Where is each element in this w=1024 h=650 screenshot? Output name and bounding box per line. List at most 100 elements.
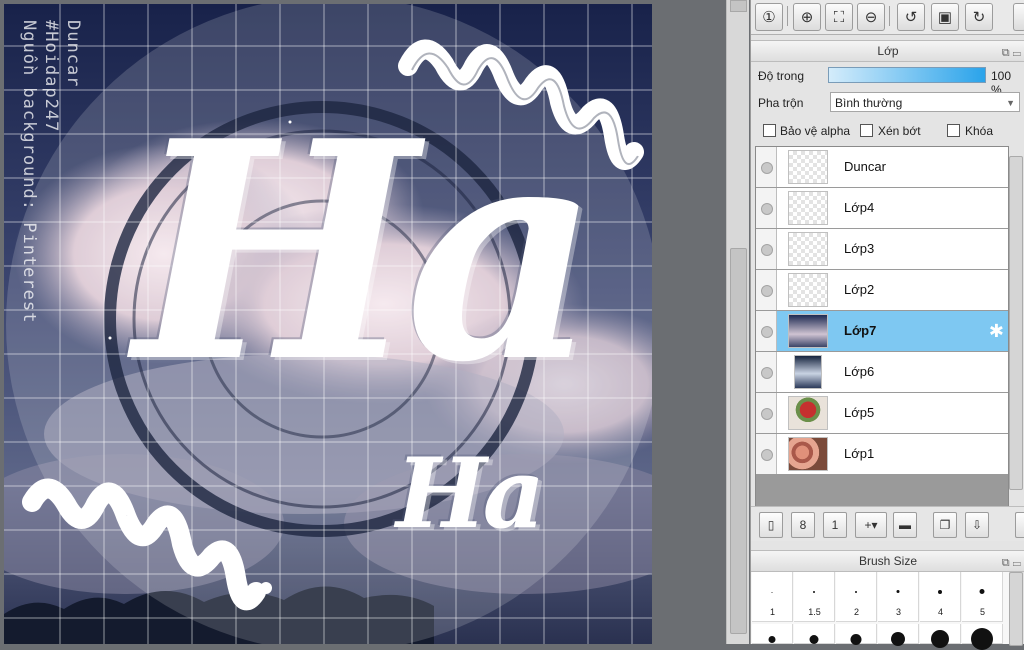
fit-canvas-icon: ▣ (937, 9, 953, 26)
brush-dot (855, 591, 857, 593)
layer-row-lop1[interactable]: Lớp1 (756, 434, 1008, 475)
new-folder-button[interactable]: ▬ (893, 512, 917, 538)
scrollbar-top-cap[interactable] (730, 0, 747, 12)
zoom-in-button[interactable]: ⊕ (793, 3, 821, 31)
brush-dot (931, 630, 949, 648)
visibility-toggle[interactable] (756, 270, 777, 310)
fit-canvas-button[interactable]: ▣ (931, 3, 959, 31)
gear-icon[interactable]: ✱ (989, 321, 1004, 342)
canvas-area[interactable]: Duncar #Hoidap247 Nguồn background: Pint… (0, 0, 726, 644)
layer-thumbnail (788, 191, 828, 225)
eye-icon (761, 162, 773, 174)
visibility-toggle[interactable] (756, 434, 777, 474)
visibility-toggle[interactable] (756, 147, 777, 187)
duplicate-icon: ❐ (939, 518, 951, 532)
eye-icon (761, 326, 773, 338)
panel-float-icon[interactable]: ⧉ ▭ (1002, 43, 1021, 63)
brush-size-label: 1 (769, 607, 775, 617)
zoom-out-icon: ⊖ (864, 9, 878, 26)
brush-size-row2[interactable] (878, 624, 919, 646)
artwork-canvas[interactable]: Duncar #Hoidap247 Nguồn background: Pint… (4, 4, 652, 644)
layer-thumbnail (788, 150, 828, 184)
layer-row-lop2[interactable]: Lớp2 (756, 270, 1008, 311)
layer-row-lop3[interactable]: Lớp3 (756, 229, 1008, 270)
new-8bit-layer-button[interactable]: 8 (791, 512, 815, 538)
credit-line-source: Nguồn background: Pinterest (19, 20, 39, 324)
brush-size-4[interactable]: 4 (920, 572, 961, 622)
protect-alpha-label: Bảo vệ alpha (780, 124, 851, 138)
blend-mode-value: Bình thường (835, 96, 903, 110)
layer-8-icon: 8 (799, 518, 807, 532)
view-toolbar: ① ⊕ ⛶ ⊖ ↺ ▣ ↻ (751, 0, 1024, 35)
layer-actions-overflow[interactable] (1015, 512, 1024, 538)
brush-size-label: 4 (937, 607, 943, 617)
brush-size-label: 2 (853, 607, 859, 617)
brush-size-3[interactable]: 3 (878, 572, 919, 622)
layer-row-lop5[interactable]: Lớp5 (756, 393, 1008, 434)
merge-down-button[interactable]: ⇩ (965, 512, 989, 538)
brush-size-1[interactable]: 1 (752, 572, 793, 622)
small-title-lettering: Ha (396, 437, 545, 550)
zoom-actual-button[interactable]: ① (755, 3, 783, 31)
new-1bit-layer-button[interactable]: 1 (823, 512, 847, 538)
visibility-toggle[interactable] (756, 229, 777, 269)
brush-size-row2[interactable] (752, 624, 793, 644)
brush-size-2[interactable]: 2 (836, 572, 877, 622)
brush-dot (979, 589, 985, 594)
layer-name: Lớp1 (844, 446, 875, 461)
brush-size-5[interactable]: 5 (962, 572, 1003, 622)
visibility-toggle[interactable] (756, 188, 777, 228)
toolbar-overflow-button[interactable] (1013, 3, 1024, 31)
add-layer-menu-button[interactable]: +▾ (855, 512, 887, 538)
layer-1-icon: 1 (831, 518, 839, 532)
fit-window-button[interactable]: ⛶ (825, 3, 853, 31)
visibility-toggle[interactable] (756, 393, 777, 433)
layer-row-duncar[interactable]: Duncar (756, 147, 1008, 188)
layer-list[interactable]: Duncar Lớp4 Lớp3 Lớp2 Lớp7 ✱ Lớp6 Lớp5 L… (755, 146, 1009, 508)
layer-thumbnail (788, 232, 828, 266)
layer-thumbnail (788, 396, 828, 430)
blend-mode-select[interactable]: Bình thường ▼ (830, 92, 1020, 112)
layers-panel-header: Lớp ⧉ ▭ (751, 40, 1024, 62)
lock-checkbox[interactable] (947, 124, 960, 137)
chevron-down-icon: ▼ (1006, 98, 1015, 108)
canvas-vertical-scrollbar[interactable] (726, 0, 749, 644)
brush-dot (771, 592, 773, 593)
eye-icon (761, 408, 773, 420)
brush-size-row2[interactable] (962, 624, 1003, 650)
credit-text: Duncar #Hoidap247 Nguồn background: Pint… (18, 20, 84, 323)
rotate-left-icon: ↺ (904, 9, 918, 26)
layer-thumbnail (794, 355, 822, 389)
layer-row-lop6[interactable]: Lớp6 (756, 352, 1008, 393)
eye-icon (761, 285, 773, 297)
opacity-slider[interactable] (828, 67, 986, 83)
brush-size-label: 1.5 (808, 607, 821, 617)
brush-grid-scrollbar[interactable] (1009, 572, 1023, 646)
credit-line-hashtag: #Hoidap247 (41, 20, 61, 133)
brush-size-row2[interactable] (794, 624, 835, 644)
protect-alpha-checkbox[interactable] (763, 124, 776, 137)
visibility-toggle[interactable] (756, 352, 777, 392)
rotate-left-button[interactable]: ↺ (897, 3, 925, 31)
layer-row-lop4[interactable]: Lớp4 (756, 188, 1008, 229)
visibility-toggle[interactable] (756, 311, 777, 351)
layer-thumbnail (788, 273, 828, 307)
panel-float-icon[interactable]: ⧉ ▭ (1002, 553, 1021, 573)
new-raster-layer-button[interactable]: ▯ (759, 512, 783, 538)
layer-list-scrollbar[interactable] (1009, 156, 1023, 490)
zoom-out-button[interactable]: ⊖ (857, 3, 885, 31)
brush-dot (768, 636, 776, 643)
brush-size-row2[interactable] (920, 624, 961, 648)
eye-icon (761, 244, 773, 256)
brush-size-1-5[interactable]: 1.5 (794, 572, 835, 622)
rotate-right-button[interactable]: ↻ (965, 3, 993, 31)
layer-name: Lớp6 (844, 364, 875, 379)
duplicate-layer-button[interactable]: ❐ (933, 512, 957, 538)
brush-size-row2[interactable] (836, 624, 877, 645)
layer-row-lop7[interactable]: Lớp7 ✱ (756, 311, 1008, 352)
layer-name: Duncar (844, 159, 886, 174)
right-panel: ① ⊕ ⛶ ⊖ ↺ ▣ ↻ Lớp ⧉ ▭ Độ trong 100 % Pha… (750, 0, 1024, 650)
clipping-checkbox[interactable] (860, 124, 873, 137)
scrollbar-thumb[interactable] (730, 248, 747, 634)
big-title-lettering: Ha (134, 75, 600, 428)
